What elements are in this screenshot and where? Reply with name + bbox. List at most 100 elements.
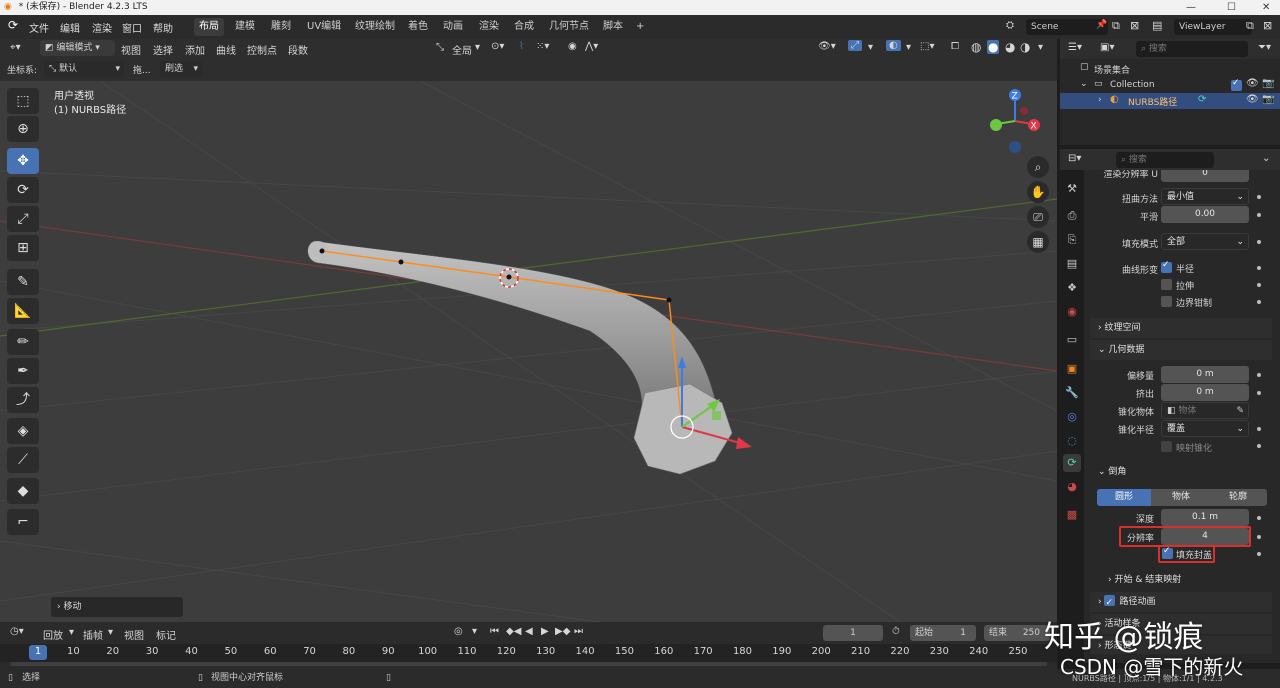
tab-uv-editing[interactable]: UV编辑 bbox=[302, 18, 346, 36]
tab-geometry-nodes[interactable]: 几何节点 bbox=[544, 18, 594, 36]
timeline-menu-marker[interactable]: 标记 bbox=[156, 627, 176, 642]
rendered-shading-icon[interactable]: ◑ bbox=[1020, 40, 1030, 54]
extrude-field[interactable]: 0 m bbox=[1161, 384, 1249, 401]
perspective-toggle-icon[interactable]: ▦ bbox=[1027, 231, 1049, 253]
chevron-down-icon[interactable]: ▾ bbox=[868, 42, 873, 53]
world-tab-icon[interactable]: ◉ bbox=[1063, 303, 1081, 321]
tab-scripting[interactable]: 脚本 bbox=[598, 18, 628, 36]
menu-help[interactable]: 帮助 bbox=[153, 20, 173, 35]
annotate-tool-icon[interactable]: ✎ bbox=[7, 269, 39, 295]
start-end-mapping-panel[interactable]: › 开始 & 结束映射 bbox=[1100, 570, 1272, 590]
bevel-tab-round[interactable]: 圆形 bbox=[1097, 489, 1151, 506]
scale-tool-icon[interactable]: ⤢ bbox=[7, 206, 39, 232]
camera-icon[interactable]: 📷 bbox=[1262, 94, 1274, 105]
timeline-editor-icon[interactable]: ◷▾ bbox=[10, 626, 24, 637]
bevel-tab-profile[interactable]: 轮廓 bbox=[1211, 489, 1265, 506]
texture-tab-icon[interactable]: ▩ bbox=[1063, 506, 1081, 524]
chevron-down-icon[interactable]: ▾ bbox=[906, 42, 911, 53]
render-tab-icon[interactable]: ⎙ bbox=[1063, 207, 1081, 225]
outliner-object-label[interactable]: NURBS路径 bbox=[1128, 95, 1177, 108]
end-frame-field[interactable]: 结束 250 bbox=[984, 625, 1050, 641]
next-keyframe-icon[interactable]: ▶◆ bbox=[555, 626, 570, 637]
new-scene-icon[interactable]: ⧉ bbox=[1112, 19, 1120, 33]
material-shading-icon[interactable]: ◕ bbox=[1005, 40, 1015, 54]
tab-shading[interactable]: 着色 bbox=[403, 18, 433, 36]
path-animation-checkbox[interactable] bbox=[1104, 593, 1116, 613]
depth-field[interactable]: 0.1 m bbox=[1161, 509, 1249, 526]
chevron-down-icon[interactable]: ▾ bbox=[1038, 42, 1043, 53]
add-workspace-icon[interactable]: + bbox=[631, 18, 649, 36]
menu-segments[interactable]: 段数 bbox=[288, 42, 308, 57]
rotate-tool-icon[interactable]: ⟳ bbox=[7, 177, 39, 203]
chevron-down-icon[interactable]: ⌄ bbox=[1080, 79, 1088, 89]
deform-radius-checkbox[interactable] bbox=[1161, 260, 1172, 273]
keyframe-dot[interactable] bbox=[1257, 391, 1261, 395]
properties-search[interactable]: ⌕ 搜索 bbox=[1116, 152, 1214, 168]
texture-space-panel[interactable]: › 纹理空间 bbox=[1090, 318, 1272, 338]
close-icon[interactable]: ✕ bbox=[1262, 0, 1270, 15]
curve-data-tab-icon[interactable]: ⟳ bbox=[1063, 454, 1081, 472]
tab-modeling[interactable]: 建模 bbox=[230, 18, 260, 36]
menu-edit[interactable]: 编辑 bbox=[60, 20, 80, 35]
play-reverse-icon[interactable]: ◀ bbox=[525, 626, 533, 637]
randomize-tool-icon[interactable]: ◆ bbox=[7, 478, 39, 504]
snap-icon[interactable]: ⌇ bbox=[519, 41, 524, 52]
blender-logo-icon[interactable]: ⟳ bbox=[8, 18, 18, 32]
chevron-right-icon[interactable]: › bbox=[1098, 95, 1102, 105]
cursor-tool-icon[interactable]: ⊕ bbox=[7, 116, 39, 142]
keyframe-dot[interactable] bbox=[1257, 213, 1261, 217]
tab-rendering[interactable]: 渲染 bbox=[474, 18, 504, 36]
clock-icon[interactable]: ⏱ bbox=[892, 626, 900, 637]
geometry-panel[interactable]: ⌄ 几何数据 bbox=[1090, 340, 1272, 360]
keyframe-dot[interactable] bbox=[1257, 266, 1261, 270]
delete-scene-icon[interactable]: ⊠ bbox=[1130, 19, 1139, 32]
curve-data-icon[interactable]: ⟳ bbox=[1198, 94, 1206, 105]
keyframe-dot[interactable] bbox=[1257, 552, 1261, 556]
camera-icon[interactable]: 📷 bbox=[1262, 78, 1274, 89]
pan-hand-icon[interactable]: ✋ bbox=[1027, 181, 1049, 203]
overlays-icon[interactable]: ◐ bbox=[886, 40, 901, 51]
keyframe-dot[interactable] bbox=[1257, 240, 1261, 244]
jump-end-icon[interactable]: ⏭ bbox=[574, 626, 583, 637]
smooth-field[interactable]: 0.00 bbox=[1161, 206, 1249, 223]
keyframe-dot[interactable] bbox=[1257, 516, 1261, 520]
control-point[interactable] bbox=[319, 248, 325, 254]
snap-target-icon[interactable]: ⁙▾ bbox=[536, 41, 549, 52]
transform-tool-icon[interactable]: ⊞ bbox=[7, 235, 39, 261]
mesh-edit-overlay-icon[interactable]: ⬚▾ bbox=[920, 41, 934, 52]
gizmo-toggle-icon[interactable]: ⤢ bbox=[848, 40, 862, 51]
chevron-down-icon[interactable]: ▾ bbox=[475, 42, 480, 53]
fill-mode-dropdown[interactable]: 全部 ⌄ bbox=[1161, 233, 1249, 250]
control-point[interactable] bbox=[506, 274, 512, 280]
play-icon[interactable]: ▶ bbox=[541, 626, 549, 637]
pivot-selector[interactable]: 全局 bbox=[452, 42, 472, 57]
chevron-down-icon[interactable]: ⌄ bbox=[1262, 153, 1270, 164]
taper-object-field[interactable]: ◧ 物体 ✎ bbox=[1161, 402, 1249, 419]
keyframe-dot[interactable] bbox=[1257, 444, 1261, 448]
pin-icon[interactable]: 📌 bbox=[1096, 20, 1107, 30]
delete-viewlayer-icon[interactable]: ⊠ bbox=[1263, 19, 1272, 32]
curve-pen-tool-icon[interactable]: ⌐ bbox=[7, 509, 39, 535]
tab-compositing[interactable]: 合成 bbox=[509, 18, 539, 36]
3d-viewport[interactable]: Z X 用户透视 (1) NURBS路径 ⌕ ✋ ⎚ ▦ › 移动 bbox=[0, 81, 1057, 622]
bevel-subpanel[interactable]: ⌄ 倒角 bbox=[1098, 464, 1126, 477]
timeline-menu-keying[interactable]: 插帧 bbox=[83, 627, 103, 642]
menu-view[interactable]: 视图 bbox=[121, 42, 141, 57]
timeline-scrollbar[interactable] bbox=[10, 662, 1047, 666]
collection-checkbox[interactable] bbox=[1231, 78, 1242, 91]
keyframe-dot[interactable] bbox=[1257, 195, 1261, 199]
timeline-menu-view[interactable]: 视图 bbox=[124, 627, 144, 642]
move-tool-icon[interactable]: ✥ bbox=[7, 148, 39, 174]
display-mode-icon[interactable]: ▣▾ bbox=[1100, 42, 1114, 53]
new-viewlayer-icon[interactable]: ⧉ bbox=[1246, 19, 1254, 33]
tab-sculpting[interactable]: 雕刻 bbox=[266, 18, 296, 36]
zoom-icon[interactable]: ⌕ bbox=[1027, 156, 1049, 178]
menu-add[interactable]: 添加 bbox=[185, 42, 205, 57]
timeline-menu-playback[interactable]: 回放 bbox=[43, 627, 63, 642]
chevron-down-icon[interactable]: ▾ bbox=[472, 626, 477, 637]
camera-view-icon[interactable]: ⎚ bbox=[1027, 206, 1049, 228]
viewlayer-icon[interactable]: ▤ bbox=[1152, 19, 1162, 32]
minimize-icon[interactable]: — bbox=[1186, 0, 1196, 15]
visibility-icon[interactable]: 👁▾ bbox=[818, 41, 836, 52]
object-tab-icon[interactable]: ▣ bbox=[1063, 360, 1081, 378]
